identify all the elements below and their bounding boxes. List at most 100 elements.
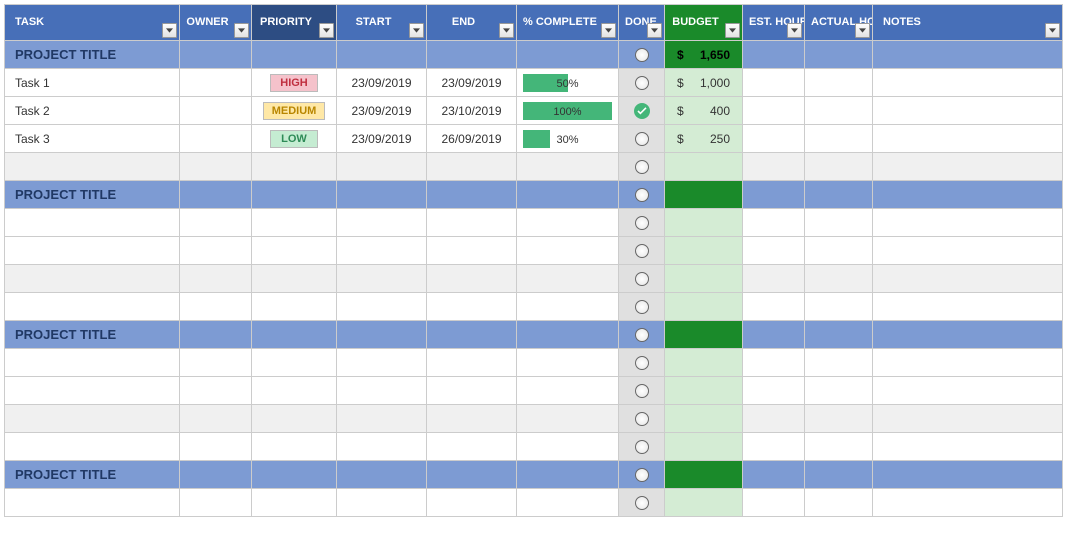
- filter-dropdown-icon[interactable]: [1045, 23, 1060, 38]
- start-date-cell[interactable]: [337, 293, 427, 321]
- filter-dropdown-icon[interactable]: [725, 23, 740, 38]
- est-hours-cell[interactable]: [743, 237, 805, 265]
- done-unchecked-icon[interactable]: [635, 216, 649, 230]
- done-unchecked-icon[interactable]: [635, 48, 649, 62]
- notes-cell[interactable]: [873, 349, 1063, 377]
- priority-cell[interactable]: [252, 265, 337, 293]
- done-unchecked-icon[interactable]: [635, 272, 649, 286]
- owner-cell[interactable]: [180, 433, 252, 461]
- budget-cell[interactable]: [665, 209, 743, 237]
- done-unchecked-icon[interactable]: [635, 244, 649, 258]
- priority-cell[interactable]: MEDIUM: [252, 97, 337, 125]
- budget-cell[interactable]: [665, 265, 743, 293]
- actual-hours-cell[interactable]: [805, 209, 873, 237]
- budget-cell[interactable]: [665, 153, 743, 181]
- filter-dropdown-icon[interactable]: [787, 23, 802, 38]
- budget-cell[interactable]: [665, 237, 743, 265]
- budget-cell[interactable]: [665, 405, 743, 433]
- budget-cell[interactable]: [665, 349, 743, 377]
- est-hours-cell[interactable]: [743, 405, 805, 433]
- notes-cell[interactable]: [873, 209, 1063, 237]
- end-date-cell[interactable]: [427, 377, 517, 405]
- task-name-cell[interactable]: [5, 293, 180, 321]
- percent-complete-cell[interactable]: [517, 433, 619, 461]
- priority-cell[interactable]: [252, 209, 337, 237]
- percent-complete-cell[interactable]: [517, 293, 619, 321]
- done-unchecked-icon[interactable]: [635, 132, 649, 146]
- end-date-cell[interactable]: 23/10/2019: [427, 97, 517, 125]
- percent-complete-cell[interactable]: 100%: [517, 97, 619, 125]
- start-date-cell[interactable]: [337, 377, 427, 405]
- owner-cell[interactable]: [180, 69, 252, 97]
- end-date-cell[interactable]: [427, 489, 517, 517]
- est-hours-cell[interactable]: [743, 125, 805, 153]
- end-date-cell[interactable]: [427, 293, 517, 321]
- done-unchecked-icon[interactable]: [635, 384, 649, 398]
- actual-hours-cell[interactable]: [805, 125, 873, 153]
- est-hours-cell[interactable]: [743, 377, 805, 405]
- notes-cell[interactable]: [873, 237, 1063, 265]
- percent-complete-cell[interactable]: 50%: [517, 69, 619, 97]
- est-hours-cell[interactable]: [743, 489, 805, 517]
- est-hours-cell[interactable]: [743, 349, 805, 377]
- est-hours-cell[interactable]: [743, 97, 805, 125]
- priority-cell[interactable]: [252, 489, 337, 517]
- end-date-cell[interactable]: [427, 237, 517, 265]
- start-date-cell[interactable]: [337, 237, 427, 265]
- owner-cell[interactable]: [180, 97, 252, 125]
- filter-dropdown-icon[interactable]: [647, 23, 662, 38]
- notes-cell[interactable]: [873, 265, 1063, 293]
- percent-complete-cell[interactable]: [517, 377, 619, 405]
- priority-cell[interactable]: [252, 377, 337, 405]
- priority-cell[interactable]: [252, 433, 337, 461]
- end-date-cell[interactable]: [427, 153, 517, 181]
- start-date-cell[interactable]: [337, 349, 427, 377]
- end-date-cell[interactable]: [427, 433, 517, 461]
- filter-dropdown-icon[interactable]: [601, 23, 616, 38]
- percent-complete-cell[interactable]: [517, 349, 619, 377]
- budget-cell[interactable]: $1,000: [665, 69, 743, 97]
- percent-complete-cell[interactable]: [517, 237, 619, 265]
- actual-hours-cell[interactable]: [805, 153, 873, 181]
- start-date-cell[interactable]: 23/09/2019: [337, 125, 427, 153]
- start-date-cell[interactable]: 23/09/2019: [337, 97, 427, 125]
- done-unchecked-icon[interactable]: [635, 328, 649, 342]
- notes-cell[interactable]: [873, 69, 1063, 97]
- task-name-cell[interactable]: [5, 153, 180, 181]
- end-date-cell[interactable]: [427, 265, 517, 293]
- task-name-cell[interactable]: [5, 349, 180, 377]
- filter-dropdown-icon[interactable]: [499, 23, 514, 38]
- done-unchecked-icon[interactable]: [635, 412, 649, 426]
- owner-cell[interactable]: [180, 489, 252, 517]
- start-date-cell[interactable]: [337, 489, 427, 517]
- done-checked-icon[interactable]: [634, 103, 650, 119]
- actual-hours-cell[interactable]: [805, 349, 873, 377]
- budget-cell[interactable]: [665, 377, 743, 405]
- priority-cell[interactable]: [252, 405, 337, 433]
- notes-cell[interactable]: [873, 153, 1063, 181]
- budget-cell[interactable]: [665, 433, 743, 461]
- done-unchecked-icon[interactable]: [635, 300, 649, 314]
- end-date-cell[interactable]: [427, 349, 517, 377]
- owner-cell[interactable]: [180, 125, 252, 153]
- start-date-cell[interactable]: [337, 153, 427, 181]
- priority-cell[interactable]: LOW: [252, 125, 337, 153]
- filter-dropdown-icon[interactable]: [319, 23, 334, 38]
- actual-hours-cell[interactable]: [805, 433, 873, 461]
- filter-dropdown-icon[interactable]: [234, 23, 249, 38]
- filter-dropdown-icon[interactable]: [409, 23, 424, 38]
- done-unchecked-icon[interactable]: [635, 468, 649, 482]
- notes-cell[interactable]: [873, 97, 1063, 125]
- done-unchecked-icon[interactable]: [635, 188, 649, 202]
- owner-cell[interactable]: [180, 293, 252, 321]
- owner-cell[interactable]: [180, 405, 252, 433]
- end-date-cell[interactable]: 23/09/2019: [427, 69, 517, 97]
- filter-dropdown-icon[interactable]: [855, 23, 870, 38]
- task-name-cell[interactable]: Task 3: [5, 125, 180, 153]
- start-date-cell[interactable]: [337, 405, 427, 433]
- done-unchecked-icon[interactable]: [635, 160, 649, 174]
- percent-complete-cell[interactable]: [517, 153, 619, 181]
- filter-dropdown-icon[interactable]: [162, 23, 177, 38]
- notes-cell[interactable]: [873, 377, 1063, 405]
- done-unchecked-icon[interactable]: [635, 440, 649, 454]
